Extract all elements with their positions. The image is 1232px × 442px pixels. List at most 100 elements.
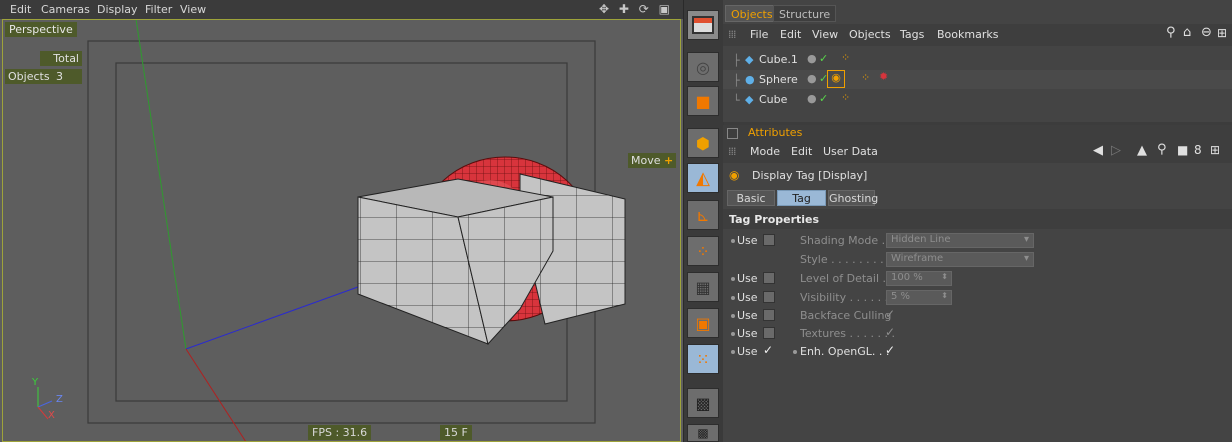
- textures-checkbox[interactable]: ✓: [885, 325, 895, 339]
- fps-readout: FPS : 31.6: [308, 425, 372, 440]
- viewport-navigation-icons[interactable]: ✥ ✚ ⟳ ▣: [599, 2, 673, 16]
- obj-menu-tags[interactable]: Tags: [900, 28, 924, 41]
- attr-menu-edit[interactable]: Edit: [791, 145, 812, 158]
- visibility-dot-icon[interactable]: ●: [807, 92, 817, 105]
- attributes-menubar: ⁞⁞⁞ Mode Edit User Data ◀ ▷ ▲ ⚲ ■ 8 ⊞: [723, 141, 1232, 163]
- shading-mode-dropdown[interactable]: Hidden Line ▾: [886, 233, 1034, 248]
- object-name[interactable]: Cube: [759, 93, 787, 106]
- search-icon[interactable]: ⚲: [1166, 25, 1176, 40]
- level-of-detail-field[interactable]: 100 % ⬍: [886, 271, 952, 286]
- workplane-button[interactable]: ▩: [687, 424, 719, 442]
- uv-mode-button[interactable]: ⁙: [687, 344, 719, 374]
- tab-ghosting[interactable]: Ghosting: [828, 190, 878, 206]
- camera-tool-button[interactable]: ■: [687, 86, 719, 116]
- menu-display[interactable]: Display: [97, 3, 138, 16]
- forward-arrow-icon[interactable]: ▷: [1111, 143, 1121, 158]
- search-icon[interactable]: ⚲: [1157, 142, 1167, 157]
- keyframe-dot-icon[interactable]: [731, 296, 735, 300]
- stepper-arrows-icon[interactable]: ⬍: [941, 272, 948, 281]
- prop-label: Level of Detail . .: [800, 272, 894, 285]
- new-panel-icon[interactable]: ⊞: [1210, 143, 1220, 157]
- polygons-mode-button[interactable]: ▣: [687, 308, 719, 338]
- menu-edit[interactable]: Edit: [10, 3, 31, 16]
- mesh-tool-button[interactable]: ⬢: [687, 128, 719, 158]
- lock-icon[interactable]: ■: [1177, 143, 1188, 157]
- keyframe-dot-icon[interactable]: [731, 332, 735, 336]
- obj-menu-objects[interactable]: Objects: [849, 28, 891, 41]
- attributes-title: Attributes: [748, 126, 803, 139]
- menu-view[interactable]: View: [180, 3, 206, 16]
- tab-tag[interactable]: Tag: [777, 190, 826, 206]
- use-checkbox-checked[interactable]: ✓: [763, 343, 773, 357]
- keyframe-dot-icon[interactable]: [731, 314, 735, 318]
- phong-tag-icon[interactable]: ⁘: [841, 51, 850, 64]
- phong-tag-icon[interactable]: ⁘: [841, 91, 850, 104]
- backface-culling-checkbox[interactable]: ✓: [885, 307, 895, 321]
- use-label: Use: [737, 272, 758, 285]
- viewport-sphere-button[interactable]: ◎: [687, 52, 719, 82]
- object-axis-button[interactable]: ⊾: [687, 200, 719, 230]
- use-checkbox[interactable]: [763, 291, 775, 303]
- enabled-check-icon[interactable]: ✓: [819, 52, 828, 65]
- prop-row-visibility: Use Visibility . . . . . . . . 5 % ⬍: [723, 289, 1232, 307]
- tab-structure[interactable]: Structure: [773, 5, 837, 22]
- attr-menu-mode[interactable]: Mode: [750, 145, 780, 158]
- keyframe-dot-icon[interactable]: [731, 239, 735, 243]
- use-checkbox[interactable]: [763, 272, 775, 284]
- tool-palette: ◎ ■ ⬢ ◭ ⊾ ⁘ ▦ ▣ ⁙ ▩ ▩: [683, 0, 724, 442]
- visibility-dot-icon[interactable]: ●: [807, 72, 817, 85]
- tab-objects[interactable]: Objects: [725, 5, 779, 22]
- model-axis-icon: ◭: [696, 167, 710, 189]
- keyframe-dot-icon[interactable]: [731, 350, 735, 354]
- chevron-down-icon: ▾: [1023, 234, 1029, 245]
- display-tag-eye-icon[interactable]: ◉: [827, 70, 845, 88]
- panel-toggle-icon[interactable]: [727, 128, 738, 139]
- enabled-check-icon[interactable]: ✓: [819, 92, 828, 105]
- obj-menu-view[interactable]: View: [812, 28, 838, 41]
- phong-tag-icon[interactable]: ⁘: [861, 71, 870, 84]
- enh-opengl-checkbox[interactable]: ✓: [885, 343, 895, 357]
- use-checkbox[interactable]: [763, 309, 775, 321]
- edges-mode-button[interactable]: ▦: [687, 272, 719, 302]
- prop-label: Backface Culling: [800, 309, 892, 322]
- style-dropdown[interactable]: Wireframe ▾: [886, 252, 1034, 267]
- menu-cameras[interactable]: Cameras: [41, 3, 90, 16]
- checker-icon: ▩: [695, 393, 711, 413]
- pin-icon[interactable]: 8: [1194, 143, 1202, 157]
- stepper-arrows-icon[interactable]: ⬍: [941, 291, 948, 300]
- attr-menu-userdata[interactable]: User Data: [823, 145, 878, 158]
- keyframe-dot-icon[interactable]: [731, 277, 735, 281]
- object-name[interactable]: Cube.1: [759, 53, 798, 66]
- object-row-cube1[interactable]: ├ ◆ Cube.1 ● ✓ ⁘: [723, 50, 1232, 69]
- checker-small-icon: ▩: [697, 426, 709, 440]
- obj-menu-bookmarks[interactable]: Bookmarks: [937, 28, 998, 41]
- visibility-field[interactable]: 5 % ⬍: [886, 290, 952, 305]
- use-checkbox[interactable]: [763, 327, 775, 339]
- points-mode-button[interactable]: ⁘: [687, 236, 719, 266]
- model-mode-button[interactable]: ◭: [687, 163, 719, 193]
- new-window-icon[interactable]: ⊞: [1217, 26, 1227, 40]
- object-row-sphere[interactable]: ├ ● Sphere ● ✓ ◉ ⁘ ✹: [723, 70, 1232, 89]
- object-row-cube[interactable]: └ ◆ Cube ● ✓ ⁘: [723, 90, 1232, 109]
- menu-filter[interactable]: Filter: [145, 3, 172, 16]
- up-arrow-icon[interactable]: ▲: [1137, 143, 1147, 158]
- layout-tool-button[interactable]: [687, 10, 719, 40]
- use-checkbox[interactable]: [763, 234, 775, 246]
- layout-icon: [692, 16, 714, 34]
- use-label: Use: [737, 327, 758, 340]
- tab-basic[interactable]: Basic: [727, 190, 775, 206]
- use-label: Use: [737, 309, 758, 322]
- link-icon[interactable]: ⊖: [1201, 25, 1212, 40]
- object-name[interactable]: Sphere: [759, 73, 798, 86]
- home-icon[interactable]: ⌂: [1183, 25, 1191, 40]
- material-tag-icon[interactable]: ✹: [879, 70, 888, 83]
- texture-mode-button[interactable]: ▩: [687, 388, 719, 418]
- obj-menu-edit[interactable]: Edit: [780, 28, 801, 41]
- visibility-dot-icon[interactable]: ●: [807, 52, 817, 65]
- back-arrow-icon[interactable]: ◀: [1093, 143, 1103, 158]
- prop-row-textures: Use Textures . . . . . . . ✓: [723, 325, 1232, 343]
- tree-line-icon: ├: [733, 74, 740, 87]
- keyframe-dot-icon[interactable]: [793, 350, 797, 354]
- grip-icon: ⁞⁞⁞: [728, 145, 736, 158]
- obj-menu-file[interactable]: File: [750, 28, 768, 41]
